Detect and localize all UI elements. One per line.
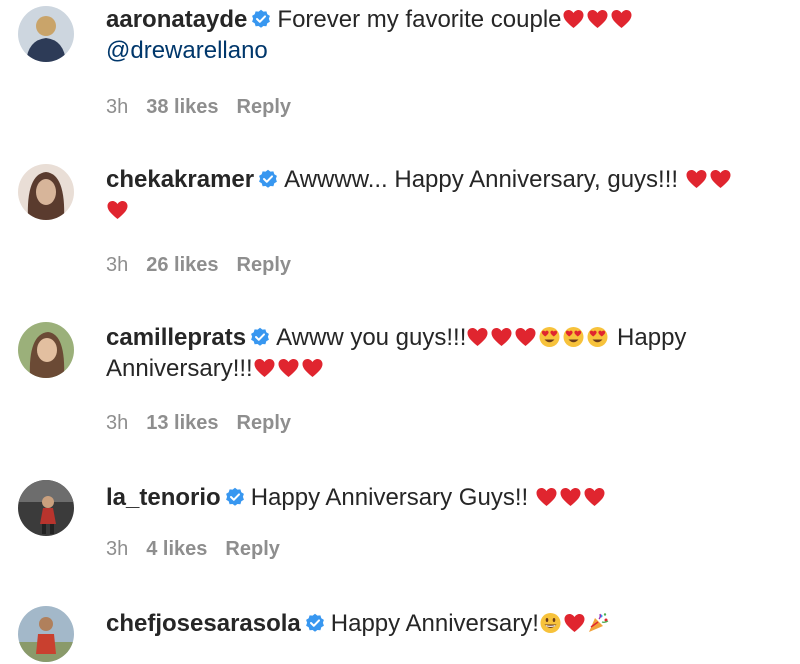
avatar[interactable]	[18, 6, 74, 62]
comment-username[interactable]: camilleprats	[106, 324, 246, 351]
comment-text: Forever my favorite couple	[277, 6, 562, 33]
likes-count[interactable]: 26 likes	[146, 254, 218, 276]
comment-text: Awwww... Happy Anniversary, guys!!!	[284, 166, 685, 193]
comment-body: la_tenorio Happy Anniversary Guys!!	[106, 482, 780, 513]
comment-meta: 3h 26 likes Reply	[106, 254, 309, 277]
heart-emoji-icon	[253, 357, 276, 379]
likes-count[interactable]: 4 likes	[146, 538, 207, 560]
comment-body: chekakramer Awwww... Happy Anniversary, g…	[106, 164, 780, 226]
comment-body: aaronatayde Forever my favorite couple @d…	[106, 4, 780, 66]
comment-meta: 3h 4 likes Reply	[106, 538, 298, 561]
reply-button[interactable]: Reply	[225, 538, 279, 560]
comment-body: chefjosesarasola Happy Anniversary!	[106, 608, 780, 639]
mention-link[interactable]: @drewarellano	[106, 37, 268, 64]
heart-emoji-icon	[559, 486, 582, 508]
verified-badge-icon	[250, 327, 270, 347]
comment-text: Awww you guys!!!	[276, 324, 467, 351]
comment-meta: 3h 38 likes Reply	[106, 96, 309, 119]
heart-emoji-icon	[277, 357, 300, 379]
comment-username[interactable]: chekakramer	[106, 166, 254, 193]
avatar[interactable]	[18, 606, 74, 662]
verified-badge-icon	[305, 613, 325, 633]
heart-emoji-icon	[301, 357, 324, 379]
comment-time: 3h	[106, 412, 129, 434]
avatar[interactable]	[18, 480, 74, 536]
comment-time: 3h	[106, 96, 129, 118]
heart-emoji-icon	[685, 168, 708, 190]
reply-button[interactable]: Reply	[237, 412, 291, 434]
avatar[interactable]	[18, 164, 74, 220]
comment-time: 3h	[106, 254, 129, 276]
heart-emoji-icon	[583, 486, 606, 508]
heart-eyes-emoji-icon	[562, 326, 585, 348]
comment-username[interactable]: la_tenorio	[106, 484, 221, 511]
comment-username[interactable]: chefjosesarasola	[106, 610, 301, 637]
grin-emoji-icon	[539, 612, 562, 634]
heart-emoji-icon	[535, 486, 558, 508]
comment-username[interactable]: aaronatayde	[106, 6, 247, 33]
comment-time: 3h	[106, 538, 129, 560]
heart-emoji-icon	[562, 8, 585, 30]
comment-body: camilleprats Awww you guys!!! Happy Anniv…	[106, 322, 780, 384]
avatar[interactable]	[18, 322, 74, 378]
heart-emoji-icon	[514, 326, 537, 348]
heart-emoji-icon	[563, 612, 586, 634]
likes-count[interactable]: 13 likes	[146, 412, 218, 434]
comment-text: Happy Anniversary!	[330, 610, 539, 637]
heart-emoji-icon	[490, 326, 513, 348]
heart-eyes-emoji-icon	[538, 326, 561, 348]
verified-badge-icon	[251, 9, 271, 29]
party-popper-icon	[587, 612, 610, 634]
reply-button[interactable]: Reply	[237, 254, 291, 276]
heart-emoji-icon	[586, 8, 609, 30]
likes-count[interactable]: 38 likes	[146, 96, 218, 118]
verified-badge-icon	[225, 487, 245, 507]
heart-emoji-icon	[610, 8, 633, 30]
comment-text: Happy Anniversary Guys!!	[250, 484, 535, 511]
reply-button[interactable]: Reply	[237, 96, 291, 118]
heart-emoji-icon	[709, 168, 732, 190]
heart-emoji-icon	[106, 199, 129, 221]
heart-eyes-emoji-icon	[586, 326, 609, 348]
verified-badge-icon	[258, 169, 278, 189]
heart-emoji-icon	[466, 326, 489, 348]
comment-meta: 3h 13 likes Reply	[106, 412, 309, 435]
